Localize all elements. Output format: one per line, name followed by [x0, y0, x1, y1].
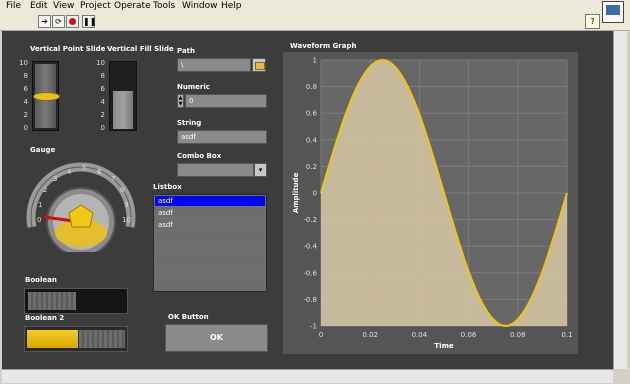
list-item-empty[interactable]: [155, 244, 265, 255]
gauge-tick: 5: [82, 164, 87, 172]
boolean-2-toggle[interactable]: [24, 326, 128, 352]
tick-label: 2: [23, 111, 28, 119]
tick-label: 6: [23, 85, 28, 93]
numeric-input[interactable]: 0: [185, 94, 267, 108]
y-tick-label: -0.6: [303, 269, 317, 277]
y-tick-label: -0.2: [303, 216, 317, 224]
menu-window[interactable]: Window: [182, 1, 218, 11]
y-tick-label: 0: [313, 190, 317, 198]
tick-label: 6: [100, 85, 105, 93]
waveform-graph[interactable]: 0 0.02 0.04 0.06 0.08 0.1 1 0.8 0.6 0.4 0.2 0 -0.2 -0…: [283, 52, 578, 354]
menu-edit[interactable]: Edit: [30, 1, 47, 11]
vi-icon: [602, 1, 624, 23]
list-item[interactable]: asdf: [155, 196, 265, 207]
pause-icon[interactable]: ❚❚: [82, 15, 96, 28]
y-tick-label: -1: [310, 323, 317, 331]
vertical-point-slide[interactable]: [32, 61, 60, 131]
list-item-empty[interactable]: [155, 280, 265, 291]
menu-view[interactable]: View: [53, 1, 74, 11]
tick-label: 4: [100, 98, 105, 106]
run-arrow-icon[interactable]: ➔: [38, 15, 51, 28]
x-tick-label: 0.06: [461, 331, 477, 339]
increment-decrement-arrows[interactable]: ▲ ▼: [177, 94, 184, 108]
menu-operate[interactable]: Operate: [114, 1, 151, 11]
help-icon[interactable]: ?: [585, 14, 600, 29]
menu-tools[interactable]: Tools: [153, 1, 175, 11]
tick-label: 0: [100, 124, 105, 132]
numeric-label: Numeric: [177, 83, 210, 91]
vertical-point-slide-label: Vertical Point Slide: [30, 45, 106, 53]
gauge-tick: 7: [111, 175, 116, 183]
combo-box-input[interactable]: [177, 163, 254, 177]
vertical-point-slide-scale: 10 8 6 4 2 0: [14, 59, 30, 134]
tick-label: 8: [100, 72, 105, 80]
list-item-empty[interactable]: [155, 268, 265, 279]
path-label: Path: [177, 47, 195, 55]
gauge-tick: 4: [67, 168, 72, 176]
gauge-tick: 2: [43, 186, 48, 194]
path-input[interactable]: \: [177, 58, 251, 72]
x-axis-label: Time: [434, 342, 453, 350]
tick-label: 8: [23, 72, 28, 80]
ok-button[interactable]: OK: [165, 324, 268, 352]
tick-label: 10: [19, 59, 28, 67]
chevron-down-icon[interactable]: ▾: [254, 163, 267, 177]
list-item[interactable]: asdf: [155, 208, 265, 219]
y-tick-label: 0.2: [306, 163, 317, 171]
gauge-tick: 10: [122, 216, 131, 224]
listbox[interactable]: asdf asdf asdf: [153, 194, 267, 292]
x-tick-label: 0.04: [412, 331, 428, 339]
vertical-fill-slide-label: Vertical Fill Slide: [107, 45, 174, 53]
abort-icon[interactable]: [66, 15, 79, 28]
string-label: String: [177, 119, 202, 127]
gauge-label: Gauge: [30, 146, 56, 154]
gauge-tick: 9: [124, 201, 129, 209]
x-tick-label: 0.08: [510, 331, 526, 339]
gauge-tick: 1: [38, 201, 43, 209]
list-item-empty[interactable]: [155, 232, 265, 243]
menu-file[interactable]: File: [6, 1, 21, 11]
ok-button-label: OK Button: [168, 313, 209, 321]
chart-title: Waveform Graph: [290, 42, 357, 50]
gauge-tick: 6: [97, 168, 102, 176]
toolbar: ➔ ⟳ ❚❚ ?: [0, 1, 630, 31]
menu-bar: File Edit View Project Operate Tools Win…: [0, 0, 630, 13]
tick-label: 4: [23, 98, 28, 106]
vertical-scrollbar[interactable]: [613, 31, 627, 369]
x-tick-label: 0: [319, 331, 323, 339]
y-tick-label: 1: [313, 57, 317, 65]
menu-help[interactable]: Help: [221, 1, 242, 11]
run-continuous-icon[interactable]: ⟳: [52, 15, 65, 28]
y-tick-label: -0.8: [303, 296, 317, 304]
tick-label: 2: [100, 111, 105, 119]
browse-folder-icon[interactable]: [252, 58, 266, 72]
slider-thumb[interactable]: [33, 92, 60, 101]
boolean-2-label: Boolean 2: [25, 314, 65, 322]
horizontal-scrollbar[interactable]: [2, 369, 613, 383]
x-tick-label: 0.02: [362, 331, 378, 339]
combo-box-label: Combo Box: [177, 152, 222, 160]
vertical-fill-slide-scale: 10 8 6 4 2 0: [91, 59, 107, 134]
list-item-empty[interactable]: [155, 256, 265, 267]
menu-project[interactable]: Project: [80, 1, 111, 11]
gauge-tick: 0: [37, 216, 42, 224]
tick-label: 10: [96, 59, 105, 67]
fill-bar: [113, 91, 133, 129]
x-tick-label: 0.1: [561, 331, 572, 339]
y-tick-label: 0.4: [306, 136, 318, 144]
string-input[interactable]: asdf: [177, 130, 267, 144]
listbox-label: Listbox: [153, 183, 182, 191]
y-tick-label: 0.6: [306, 110, 318, 118]
boolean-label: Boolean: [25, 276, 57, 284]
y-tick-label: -0.4: [303, 243, 317, 251]
list-item[interactable]: asdf: [155, 220, 265, 231]
gauge-tick: 8: [120, 186, 125, 194]
gauge-tick: 3: [53, 175, 58, 183]
y-tick-label: 0.8: [306, 83, 317, 91]
vertical-fill-slide[interactable]: [109, 61, 137, 131]
tick-label: 0: [23, 124, 28, 132]
y-axis-label: Amplitude: [292, 172, 300, 213]
boolean-toggle[interactable]: [24, 288, 128, 314]
